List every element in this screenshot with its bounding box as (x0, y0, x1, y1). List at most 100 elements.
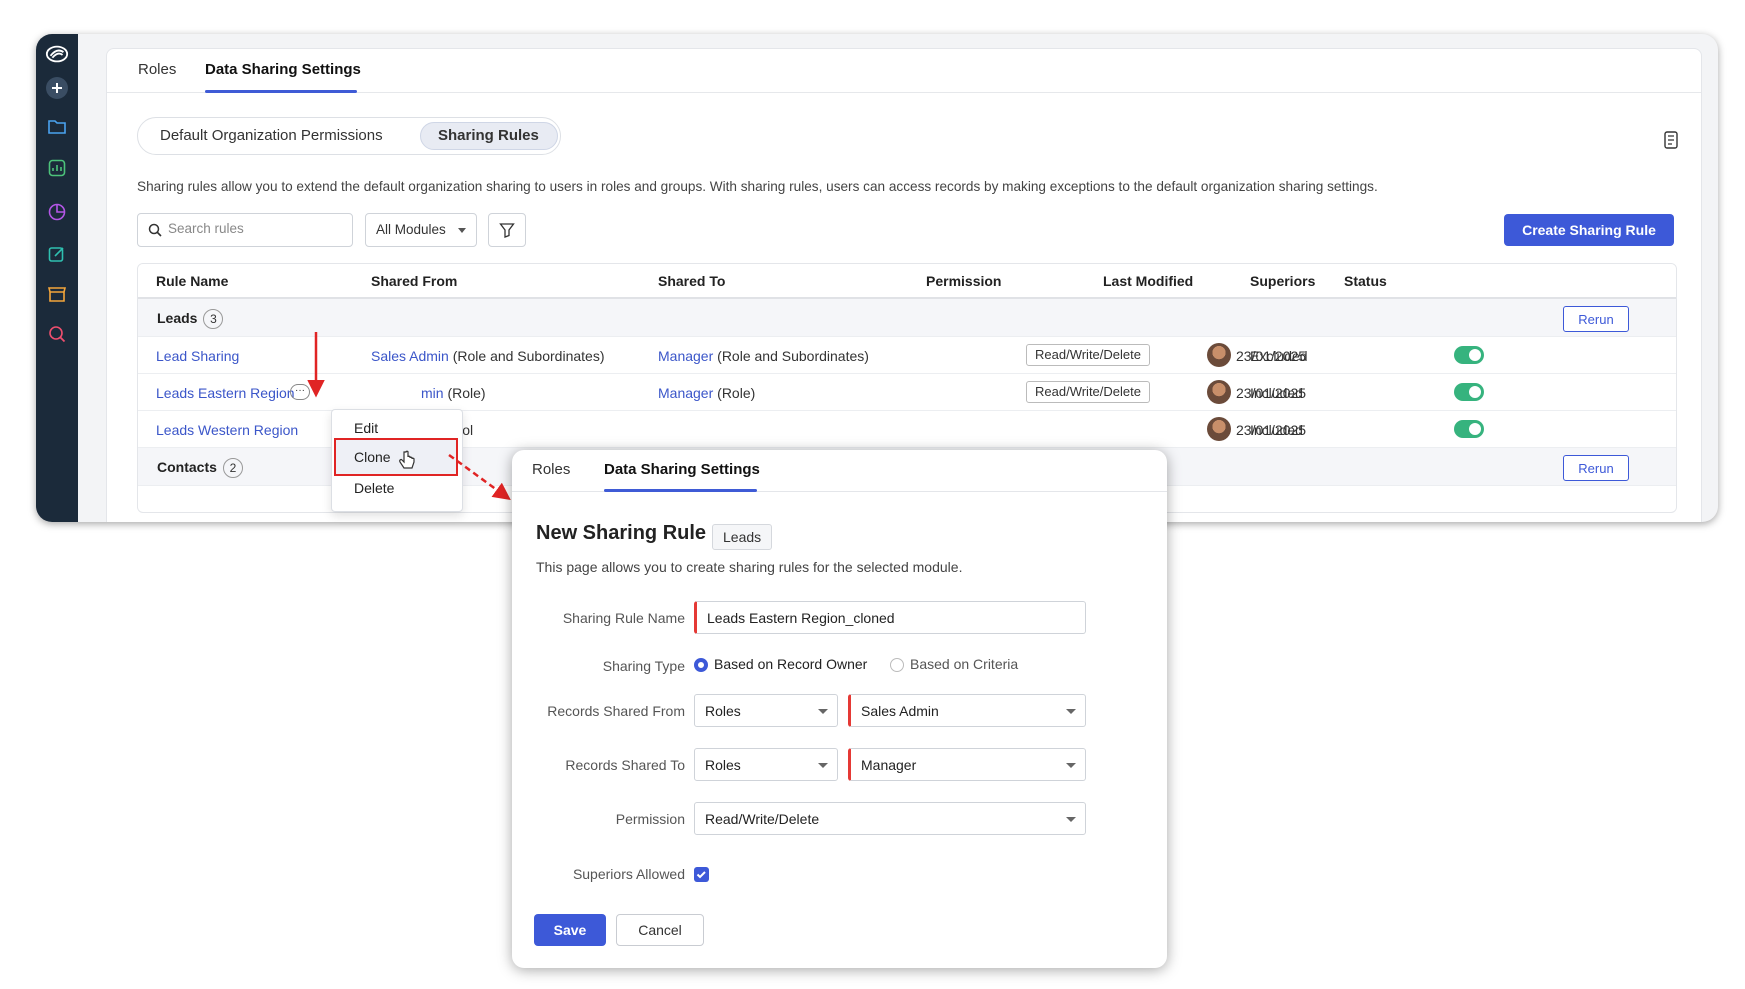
permission-badge: Read/Write/Delete (1026, 381, 1150, 403)
shared-to-scope: (Role and Subordinates) (713, 348, 869, 364)
shared-from-cell: min (Role) (421, 385, 486, 401)
col-last-modified: Last Modified (1103, 273, 1194, 289)
edit-icon[interactable] (45, 242, 69, 266)
superiors-value: Included (1250, 385, 1303, 401)
menu-item-delete[interactable]: Delete (354, 480, 394, 496)
help-doc-icon[interactable] (1663, 131, 1679, 149)
more-actions-icon[interactable]: ··· (290, 384, 310, 400)
shared-to-cell: Manager (Role) (658, 385, 755, 401)
col-superiors: Superiors (1250, 273, 1316, 289)
menu-item-edit[interactable]: Edit (354, 420, 378, 436)
chevron-down-icon (818, 709, 828, 714)
crm-window: Roles Data Sharing Settings Default Orga… (36, 34, 1718, 522)
rule-name-link[interactable]: Lead Sharing (156, 348, 239, 364)
rerun-contacts-button[interactable]: Rerun (1563, 455, 1629, 481)
label-records-shared-from: Records Shared From (547, 703, 685, 719)
col-shared-to: Shared To (658, 273, 726, 289)
sharing-rule-name-field[interactable]: Leads Eastern Region_cloned (694, 601, 1086, 634)
chevron-down-icon (1066, 817, 1076, 822)
shared-to-link[interactable]: Manager (658, 385, 713, 401)
tab-roles[interactable]: Roles (138, 61, 176, 78)
shared-from-scope: (Role) (443, 385, 486, 401)
permission-select[interactable]: Read/Write/Delete (694, 802, 1086, 835)
module-filter-value: All Modules (376, 222, 446, 237)
shared-from-link[interactable]: min (421, 385, 444, 401)
label-records-shared-to: Records Shared To (565, 757, 685, 773)
group-name: Leads (157, 310, 198, 326)
create-sharing-rule-button[interactable]: Create Sharing Rule (1504, 214, 1674, 246)
search-icon[interactable] (45, 322, 69, 346)
table-row: Leads Eastern Region ··· min (Role) Mana… (138, 374, 1676, 411)
superiors-allowed-checkbox[interactable] (694, 867, 709, 882)
shared-from-link[interactable]: Sales Admin (371, 348, 449, 364)
superiors-value: Included (1250, 422, 1303, 438)
col-status: Status (1344, 273, 1387, 289)
sharing-rules-description: Sharing rules allow you to extend the de… (137, 179, 1378, 194)
shared-from-cell: Sales Admin (Role and Subordinates) (371, 348, 604, 364)
group-leads: Leads 3 Rerun (138, 299, 1676, 337)
segment-default-org-permissions[interactable]: Default Organization Permissions (160, 127, 383, 144)
label-sharing-rule-name: Sharing Rule Name (562, 610, 685, 626)
active-tab-indicator (205, 90, 357, 93)
dialog-tabs: Roles Data Sharing Settings (512, 450, 1167, 492)
shared-to-scope: (Role) (713, 385, 756, 401)
menu-item-clone[interactable]: Clone (354, 449, 391, 465)
status-toggle[interactable] (1454, 346, 1484, 364)
chart-icon[interactable] (45, 156, 69, 180)
shared-to-type-select[interactable]: Roles (694, 748, 838, 781)
avatar (1207, 380, 1231, 404)
status-toggle[interactable] (1454, 383, 1484, 401)
shared-from-value: Sales Admin (861, 703, 939, 719)
shared-to-value-select[interactable]: Manager (848, 748, 1086, 781)
tab-data-sharing-settings[interactable]: Data Sharing Settings (604, 461, 760, 478)
group-name: Contacts (157, 459, 217, 475)
superiors-value: Excluded (1250, 348, 1308, 364)
segment-sharing-rules[interactable]: Sharing Rules (438, 127, 539, 144)
hand-cursor-icon (399, 450, 415, 469)
clone-highlight-box (334, 438, 458, 476)
plus-icon[interactable] (45, 76, 69, 100)
shared-to-type-value: Roles (705, 757, 741, 773)
permission-value: Read/Write/Delete (705, 811, 820, 827)
rule-name-link[interactable]: Leads Eastern Region (156, 385, 295, 401)
filter-icon (499, 223, 515, 238)
save-button[interactable]: Save (534, 914, 606, 946)
chevron-down-icon (818, 763, 828, 768)
dialog-subtitle: This page allows you to create sharing r… (536, 559, 963, 575)
label-sharing-type: Sharing Type (602, 658, 685, 674)
status-toggle[interactable] (1454, 420, 1484, 438)
store-icon[interactable] (45, 282, 69, 306)
pie-icon[interactable] (45, 200, 69, 224)
filter-button[interactable] (488, 213, 526, 247)
search-rules-box[interactable] (137, 213, 353, 247)
top-tabs: Roles Data Sharing Settings (107, 49, 1701, 93)
new-sharing-rule-dialog: Roles Data Sharing Settings New Sharing … (512, 450, 1167, 968)
col-rule-name: Rule Name (156, 273, 229, 289)
row-actions-menu: Edit Clone Delete (331, 409, 463, 512)
rule-name-link[interactable]: Leads Western Region (156, 422, 298, 438)
avatar (1207, 343, 1231, 367)
shared-from-type-select[interactable]: Roles (694, 694, 838, 727)
module-filter-dropdown[interactable]: All Modules (365, 213, 477, 247)
shared-to-link[interactable]: Manager (658, 348, 713, 364)
permission-badge: Read/Write/Delete (1026, 344, 1150, 366)
logo-icon[interactable] (45, 42, 69, 66)
sharing-mode-switch: Default Organization Permissions Sharing… (137, 117, 561, 155)
radio-based-on-record-owner[interactable] (694, 658, 708, 672)
search-rules-input[interactable] (168, 221, 348, 236)
label-superiors-allowed: Superiors Allowed (572, 866, 685, 882)
left-rail (36, 34, 78, 522)
sharing-type-radio-group: Based on Record Owner Based on Criteria (694, 656, 1084, 676)
cancel-button[interactable]: Cancel (616, 914, 704, 946)
radio-based-on-criteria[interactable] (890, 658, 904, 672)
radio-label-record-owner: Based on Record Owner (714, 656, 868, 672)
shared-from-scope: (Role and Subordinates) (448, 348, 605, 364)
chevron-down-icon (1066, 709, 1076, 714)
rerun-leads-button[interactable]: Rerun (1563, 306, 1629, 332)
module-badge: Leads (712, 524, 773, 550)
shared-from-value-select[interactable]: Sales Admin (848, 694, 1086, 727)
folder-icon[interactable] (45, 114, 69, 138)
tab-data-sharing-settings[interactable]: Data Sharing Settings (205, 61, 361, 78)
active-tab-indicator (604, 489, 757, 492)
tab-roles[interactable]: Roles (532, 461, 570, 478)
